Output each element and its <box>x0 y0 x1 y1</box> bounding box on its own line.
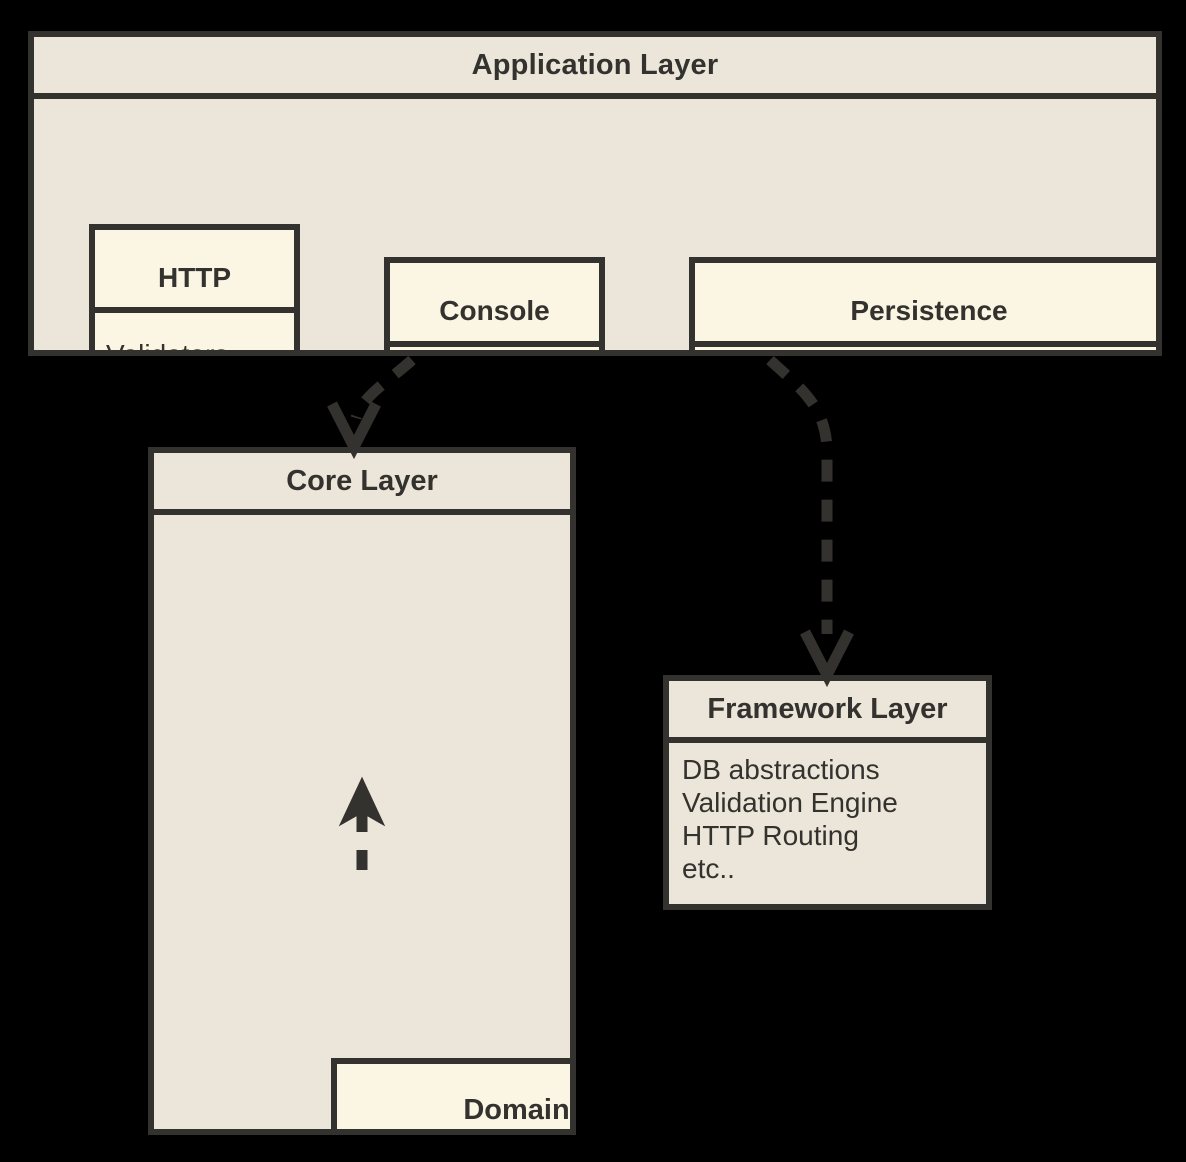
core-layer-box: Core Layer Domain Entites Repository Int… <box>148 447 576 1135</box>
application-layer-content: HTTP Validators Formatters Controllers C… <box>34 99 1156 350</box>
core-layer-title: Core Layer <box>154 453 570 515</box>
framework-layer-items: DB abstractions Validation Engine HTTP R… <box>682 754 898 884</box>
framework-layer-title: Framework Layer <box>669 681 986 743</box>
console-component-box: Console Commands <box>384 257 605 350</box>
app-to-core-connector <box>327 355 416 460</box>
application-layer-title: Application Layer <box>34 37 1156 99</box>
http-component-title: HTTP <box>95 248 294 313</box>
core-layer-content: Domain Entites Repository Interfaces Aut… <box>154 515 570 1129</box>
persistence-component-title: Persistence <box>695 281 1156 347</box>
domain-component-title: Domain <box>337 1082 570 1129</box>
app-to-framework-connector <box>766 355 854 688</box>
console-component-title: Console <box>390 281 599 347</box>
architecture-diagram: Application Layer HTTP Validators Format… <box>0 0 1186 1162</box>
persistence-component-box: Persistence Repository Implementations <box>689 257 1156 350</box>
app-to-framework-line <box>766 355 833 634</box>
app-to-framework-arrowhead-icon <box>800 629 854 688</box>
application-layer-box: Application Layer HTTP Validators Format… <box>28 31 1162 356</box>
app-to-core-line <box>350 355 416 420</box>
http-component-items: Validators Formatters Controllers <box>95 331 294 350</box>
framework-layer-box: Framework Layer DB abstractions Validati… <box>663 675 992 910</box>
http-component-box: HTTP Validators Formatters Controllers <box>89 224 300 350</box>
app-to-core-arrowhead-icon <box>327 401 381 460</box>
domain-component-box: Domain Entites Repository Interfaces Aut… <box>331 1058 570 1129</box>
